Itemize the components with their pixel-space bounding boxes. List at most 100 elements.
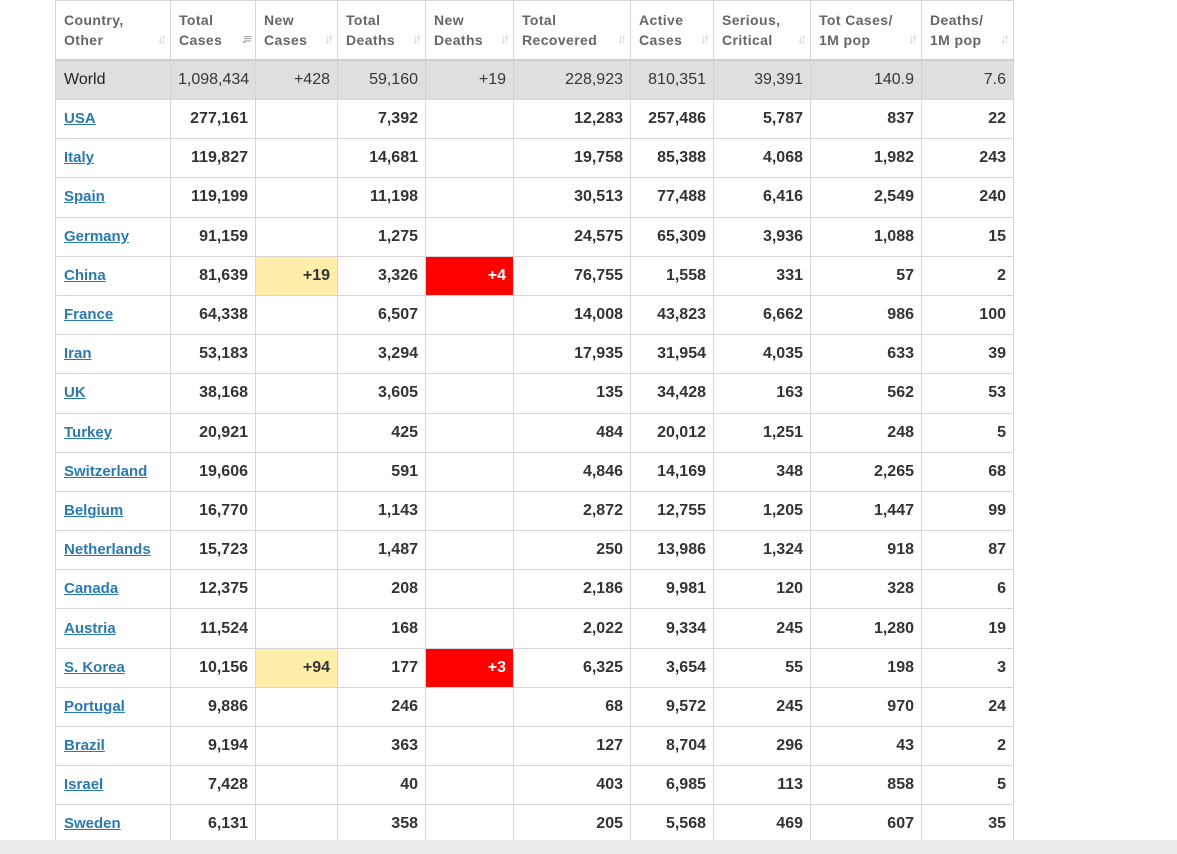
active-cases-cell: 43,823 [630,294,714,336]
sort-desc-icon[interactable]: ↓≡ [241,29,252,49]
new-cases-cell [255,725,338,767]
serious-critical-cell: 245 [713,608,811,649]
total-cases-cell: 9,194 [170,725,256,767]
total-cases-cell: 9,886 [170,686,256,728]
column-header-label-line1: Tot Cases/ [819,11,893,28]
country-link[interactable]: Iran [64,345,92,362]
country-link[interactable]: Spain [64,188,105,205]
serious-critical-cell: 163 [713,373,811,414]
country-link[interactable]: Turkey [64,424,112,441]
total-recovered-cell: 403 [513,765,631,806]
world-label: World [55,59,171,100]
serious-critical-cell: 120 [713,569,811,610]
table-header: Country, Other ↓↑ Total Cases ↓≡ New Cases ↓↑ Tot… [55,0,1014,61]
country-link[interactable]: Switzerland [64,463,147,480]
deaths-per-1m-cell: 99 [921,490,1014,532]
sort-arrows-icon[interactable]: ↓↑ [324,29,334,49]
total-cases-cell: 10,156 [170,647,256,688]
country-link[interactable]: Sweden [64,815,121,832]
country-link[interactable]: Italy [64,149,94,166]
country-link[interactable]: Belgium [64,502,123,519]
sort-arrows-icon[interactable]: ↓↑ [1000,29,1010,49]
deaths-per-1m-cell: 39 [921,334,1014,375]
total-recovered-cell: 12,283 [513,98,631,140]
sort-arrows-icon[interactable]: ↓↑ [617,29,627,49]
country-cell: Brazil [55,725,171,767]
new-cases-cell [255,216,338,257]
total-cases-cell: 20,921 [170,412,256,453]
total-recovered-cell: 14,008 [513,294,631,336]
new-cases-cell: +19 [255,255,338,296]
country-cell: USA [55,98,171,140]
country-link[interactable]: Germany [64,228,129,245]
sort-arrows-icon[interactable]: ↓↑ [700,29,710,49]
column-header-serious-critical[interactable]: Serious, Critical ↓↑ [713,0,811,61]
cases-per-1m-cell: 1,982 [810,138,922,179]
horizontal-scrollbar[interactable] [0,840,1177,854]
column-header-active-cases[interactable]: Active Cases ↓↑ [630,0,714,61]
serious-critical-cell: 331 [713,255,811,296]
country-link[interactable]: Canada [64,580,118,597]
country-link[interactable]: France [64,306,113,323]
sort-arrows-icon[interactable]: ↓↑ [412,29,422,49]
new-cases-cell [255,451,338,492]
country-link[interactable]: Netherlands [64,541,151,558]
country-cell: Sweden [55,804,171,845]
new-cases-cell [255,569,338,610]
country-link[interactable]: S. Korea [64,659,125,676]
cases-per-1m-cell: 57 [810,255,922,296]
country-link[interactable]: Portugal [64,698,125,715]
new-deaths-cell [425,765,514,806]
column-header-total-deaths[interactable]: Total Deaths ↓↑ [337,0,426,61]
new-deaths-cell [425,294,514,336]
total-deaths-cell: 363 [337,725,426,767]
deaths-per-1m-cell: 87 [921,530,1014,571]
country-link[interactable]: Brazil [64,737,105,754]
sort-arrows-icon[interactable]: ↓↑ [157,29,167,49]
sort-arrows-icon[interactable]: ↓↑ [500,29,510,49]
serious-critical-cell: 245 [713,686,811,728]
country-cell: Belgium [55,490,171,532]
column-header-cases-per-1m[interactable]: Tot Cases/1M pop ↓↑ [810,0,922,61]
world-total-row: World 1,098,434 +428 59,160 +19 228,923 … [55,59,1014,100]
country-link[interactable]: USA [64,110,96,127]
active-cases-cell: 5,568 [630,804,714,845]
column-header-deaths-per-1m[interactable]: Deaths/1M pop ↓↑ [921,0,1014,61]
cases-per-1m-cell: 858 [810,765,922,806]
table-row: Austria 11,524 168 2,022 9,334 245 1,280 19 [55,608,1014,649]
country-link[interactable]: Israel [64,776,103,793]
deaths-per-1m-cell: 2 [921,255,1014,296]
new-deaths-cell [425,490,514,532]
column-header-total-recovered[interactable]: Total Recovered ↓↑ [513,0,631,61]
serious-critical-cell: 1,251 [713,412,811,453]
table-row: Portugal 9,886 246 68 9,572 245 970 24 [55,686,1014,728]
total-cases-cell: 277,161 [170,98,256,140]
active-cases-cell: 77,488 [630,177,714,218]
table-row: Netherlands 15,723 1,487 250 13,986 1,324 918 8… [55,530,1014,571]
column-header-new-cases[interactable]: New Cases ↓↑ [255,0,338,61]
deaths-per-1m-cell: 6 [921,569,1014,610]
header-row: Country, Other ↓↑ Total Cases ↓≡ New Cases ↓↑ Tot… [55,0,1014,61]
new-cases-cell [255,294,338,336]
country-cell: Italy [55,138,171,179]
total-recovered-cell: 68 [513,686,631,728]
serious-critical-cell: 5,787 [713,98,811,140]
table-row: Sweden 6,131 358 205 5,568 469 607 35 [55,804,1014,845]
country-link[interactable]: Austria [64,620,116,637]
cases-per-1m-cell: 328 [810,569,922,610]
country-link[interactable]: UK [64,384,86,401]
serious-critical-cell: 1,205 [713,490,811,532]
sort-arrows-icon[interactable]: ↓↑ [908,29,918,49]
total-cases-cell: 53,183 [170,334,256,375]
total-cases-cell: 6,131 [170,804,256,845]
deaths-per-1m-cell: 5 [921,412,1014,453]
new-deaths-cell [425,451,514,492]
column-header-total-cases[interactable]: Total Cases ↓≡ [170,0,256,61]
sort-arrows-icon[interactable]: ↓↑ [797,29,807,49]
total-deaths-cell: 246 [337,686,426,728]
country-cell: Netherlands [55,530,171,571]
column-header-label-line2: Critical [722,31,773,48]
column-header-country[interactable]: Country, Other ↓↑ [55,0,171,61]
column-header-new-deaths[interactable]: New Deaths ↓↑ [425,0,514,61]
country-link[interactable]: China [64,267,106,284]
